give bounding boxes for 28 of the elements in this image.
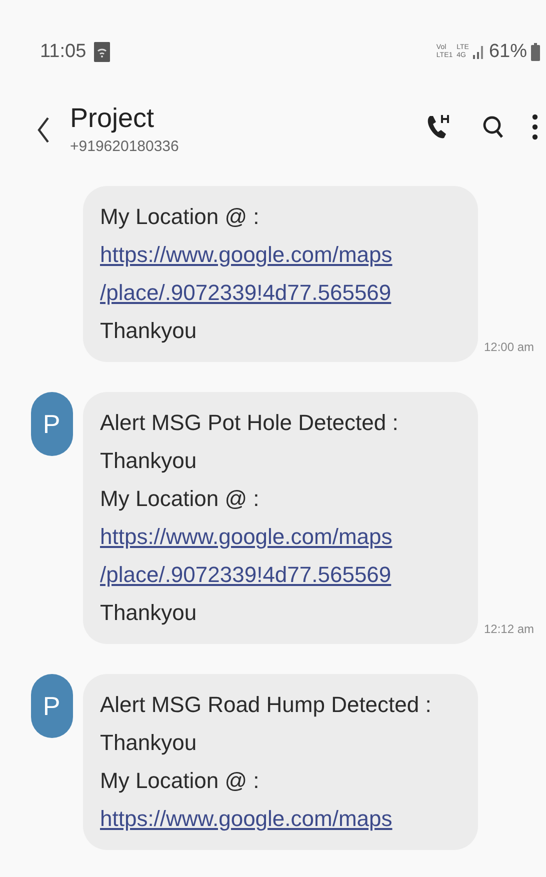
link[interactable]: /place/.9072339!4d77.565569 xyxy=(100,556,392,594)
message-text: Alert MSG Pot Hole Detected : xyxy=(100,409,398,437)
message-text: Alert MSG Road Hump Detected : xyxy=(100,691,432,719)
avatar[interactable]: P xyxy=(30,674,72,738)
link[interactable]: /place/.9072339!4d77.565569 xyxy=(100,274,392,312)
link[interactable]: https://www.google.com/maps xyxy=(100,236,392,274)
message-text: My Location @ : xyxy=(100,485,260,513)
message-text: Thankyou xyxy=(100,729,197,757)
message-time: 12:12 am xyxy=(484,621,534,638)
message-text: Thankyou xyxy=(100,317,197,345)
wifi-icon xyxy=(94,42,110,62)
back-icon[interactable] xyxy=(36,116,50,144)
message-text: Thankyou xyxy=(100,599,197,627)
clock: 11:05 xyxy=(40,40,86,64)
message-time: 12:00 am xyxy=(484,339,534,356)
avatar[interactable]: P xyxy=(30,392,72,456)
battery-percent: 61% xyxy=(488,40,527,64)
link[interactable]: https://www.google.com/maps xyxy=(100,518,392,556)
contact-name: Project xyxy=(70,102,156,134)
signal-icon xyxy=(472,45,485,59)
message-text: My Location @ : xyxy=(100,767,260,795)
search-icon[interactable] xyxy=(482,115,504,139)
more-options-icon[interactable] xyxy=(532,114,538,140)
message-text: My Location @ : xyxy=(100,203,260,231)
message-text: Thankyou xyxy=(100,447,197,475)
link[interactable]: https://www.google.com/maps xyxy=(100,800,392,838)
battery-icon xyxy=(531,43,540,61)
phone-number: +919620180336 xyxy=(70,137,180,157)
